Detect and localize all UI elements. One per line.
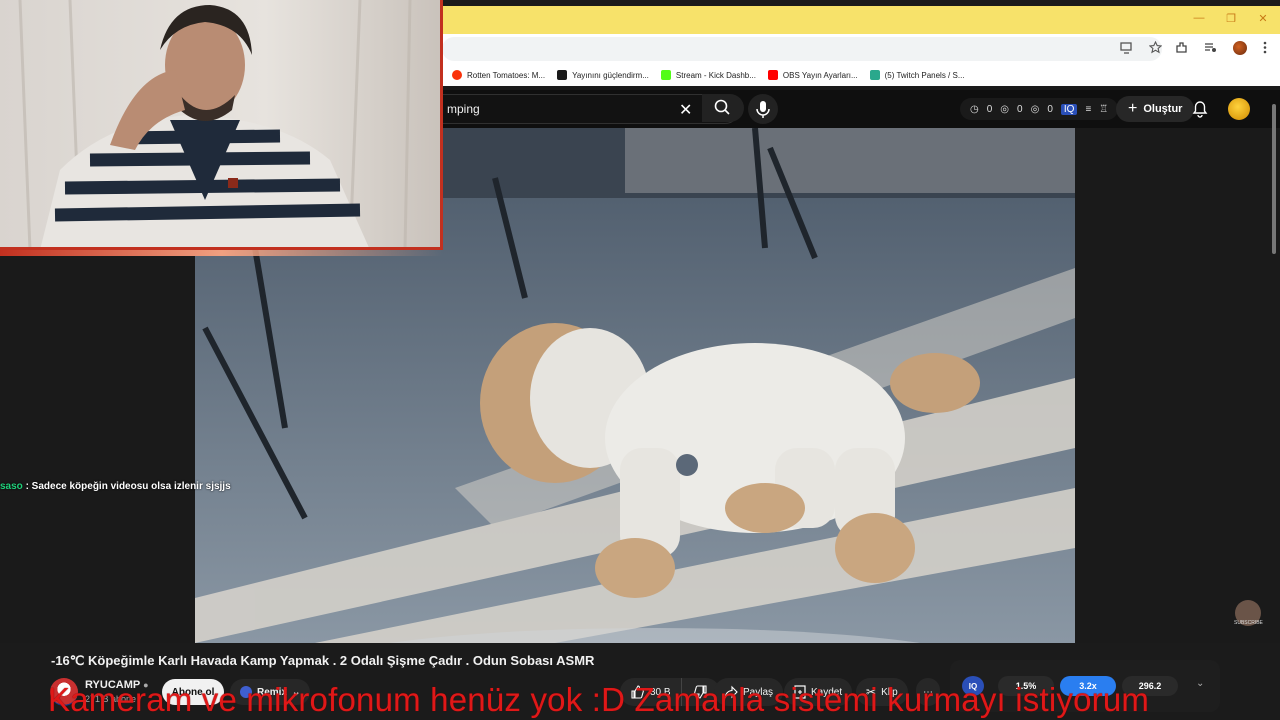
eye-icon: ◎	[1030, 103, 1040, 115]
page-icon	[557, 70, 568, 80]
address-bar[interactable]	[442, 37, 1162, 61]
extensions-icon[interactable]	[1175, 41, 1188, 57]
video-title: -16℃ Köpeğimle Karlı Havada Kamp Yapmak …	[51, 653, 595, 668]
list-icon[interactable]: ≡	[1085, 104, 1091, 115]
eye-icon: ◎	[1000, 103, 1010, 115]
create-button[interactable]: + Oluştur	[1116, 96, 1195, 122]
install-app-icon[interactable]	[1120, 41, 1133, 57]
toolbar-icons	[1175, 41, 1267, 57]
browser-title-bar: — ❐ ✕	[440, 6, 1280, 34]
minimize-icon[interactable]: —	[1192, 12, 1206, 25]
chat-text: : Sadece köpeğin videosu olsa izlenir sj…	[22, 481, 231, 492]
menu-dots-icon[interactable]	[1263, 41, 1267, 57]
close-icon[interactable]: ✕	[1256, 12, 1270, 25]
bookmark-star-icon[interactable]	[1148, 40, 1163, 57]
expand-chevron-icon[interactable]: ⌄	[1196, 678, 1204, 689]
tomato-icon	[452, 70, 462, 80]
profile-avatar-icon[interactable]	[1233, 41, 1247, 55]
chat-message: saso : Sadece köpeğin videosu olsa izlen…	[0, 481, 231, 492]
window-controls: — ❐ ✕	[1192, 12, 1270, 25]
bookmark-boost-stream[interactable]: Yayınını güçlendirm...	[557, 70, 649, 80]
search-icon	[714, 99, 730, 115]
bookmark-twitch-panels[interactable]: (5) Twitch Panels / S...	[869, 70, 965, 80]
search-query: mping	[447, 102, 480, 116]
trophy-icon[interactable]: ♖	[1099, 104, 1108, 115]
screen: — ❐ ✕ Rotten Tomatoes: M... Yayınını güç…	[0, 0, 1280, 720]
streamer-camera-image	[0, 0, 440, 247]
bookmark-obs-settings[interactable]: OBS Yayın Ayarları...	[767, 70, 858, 80]
search-input[interactable]: mping ✕	[440, 94, 740, 124]
extension-badge-icon[interactable]: IQ	[1060, 103, 1078, 115]
watermark-label: SUBSCRIBE	[1234, 620, 1263, 626]
kick-icon	[660, 70, 671, 80]
microphone-icon	[756, 101, 770, 118]
bookmarks-bar: Rotten Tomatoes: M... Yayınını güçlendir…	[440, 64, 1280, 86]
voice-search-button[interactable]	[748, 94, 778, 124]
account-avatar[interactable]	[1228, 98, 1250, 120]
plus-icon: +	[1128, 100, 1138, 117]
youtube-header: mping ✕ ◷ 0 ◎ 0 ◎ 0 IQ ≡ ♖ + Oluştur	[440, 90, 1280, 128]
youtube-icon	[767, 70, 778, 80]
webcam-overlay	[0, 0, 443, 250]
extension-stats: ◷ 0 ◎ 0 ◎ 0 IQ ≡ ♖	[960, 98, 1119, 120]
search-button[interactable]	[702, 94, 744, 122]
clear-search-icon[interactable]: ✕	[679, 100, 692, 120]
bookmark-kick-dashboard[interactable]: Stream - Kick Dashb...	[660, 70, 756, 80]
bookmark-rotten-tomatoes[interactable]: Rotten Tomatoes: M...	[452, 70, 545, 80]
clock-icon: ◷	[970, 103, 979, 115]
scrollbar-thumb[interactable]	[1272, 104, 1276, 254]
panels-icon	[869, 70, 880, 80]
chat-username: saso	[0, 481, 23, 492]
webcam-accent-bar	[0, 250, 443, 256]
maximize-icon[interactable]: ❐	[1224, 12, 1238, 25]
page-scrollbar[interactable]	[1270, 100, 1278, 720]
notifications-bell-icon[interactable]	[1192, 100, 1208, 123]
address-row	[440, 34, 1280, 64]
address-bar-icons	[1120, 40, 1163, 57]
media-control-icon[interactable]	[1204, 41, 1217, 57]
stream-overlay-message: Kameram ve mikrofonum henüz yok :D Zaman…	[48, 681, 1150, 718]
